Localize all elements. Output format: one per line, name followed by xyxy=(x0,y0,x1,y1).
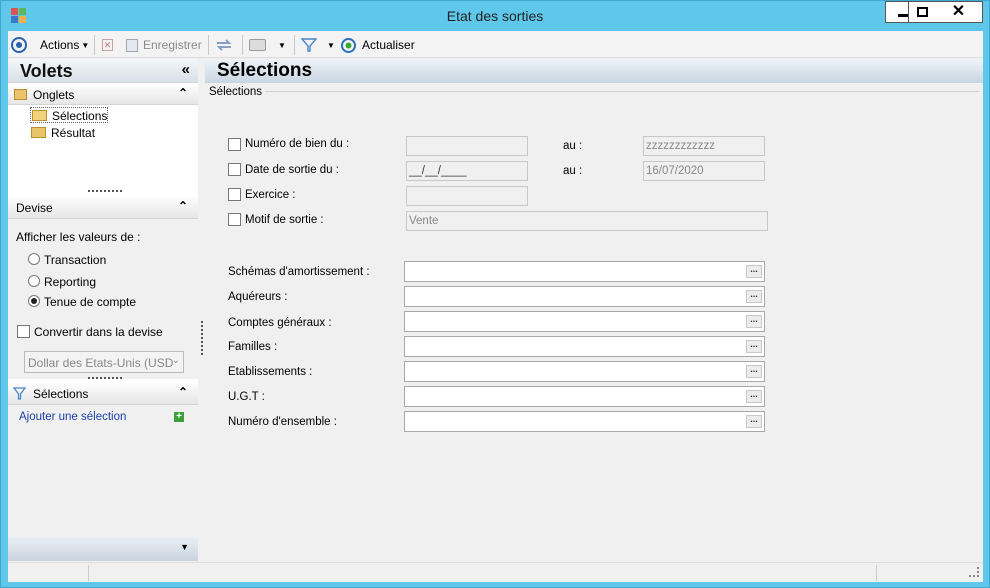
maximize-button[interactable] xyxy=(908,1,936,23)
transaction-radio[interactable] xyxy=(28,253,40,265)
maximize-icon xyxy=(916,7,928,17)
collapse-section-icon[interactable]: ⌃ xyxy=(178,199,188,213)
sidebar: Volets « Onglets ⌃ Sélections Résultat D… xyxy=(8,59,203,561)
selections-group: Sélections xyxy=(209,86,979,98)
date-to-field[interactable]: 16/07/2020 xyxy=(643,161,765,181)
devise-header[interactable]: Devise ⌃ xyxy=(8,197,198,219)
main-panel: Sélections Sélections Numéro de bien du … xyxy=(205,59,983,561)
acquereurs-lookup-field[interactable]: ... xyxy=(404,286,765,307)
ellipsis-button[interactable]: ... xyxy=(746,315,762,328)
tree-item-selections[interactable]: Sélections xyxy=(30,107,108,123)
ugt-lookup-field[interactable]: ... xyxy=(404,386,765,407)
collapse-sidebar-icon[interactable]: « xyxy=(182,61,190,78)
window-title: Etat des sorties xyxy=(446,8,544,24)
ellipsis-button[interactable]: ... xyxy=(746,365,762,378)
add-selection-link[interactable]: Ajouter une sélection xyxy=(19,411,126,423)
selections-panel: Ajouter une sélection + xyxy=(8,405,198,537)
printer-icon xyxy=(249,39,266,51)
numero-from-field[interactable] xyxy=(406,136,528,156)
filter-icon xyxy=(13,387,26,400)
filter-button[interactable]: ▼ xyxy=(301,36,335,54)
tenue-de-compte-radio[interactable] xyxy=(28,295,40,307)
splitter-grip[interactable] xyxy=(88,190,122,193)
vertical-splitter[interactable] xyxy=(201,321,203,355)
chevron-down-icon: ⌄ xyxy=(171,355,180,366)
close-button[interactable]: ✕ xyxy=(935,1,983,23)
folder-icon xyxy=(14,89,27,100)
toolbar-separator xyxy=(208,35,209,55)
add-icon[interactable]: + xyxy=(174,412,184,422)
onglets-header[interactable]: Onglets ⌃ xyxy=(8,85,198,105)
save-icon xyxy=(126,38,138,52)
status-panel xyxy=(8,565,89,581)
toolbar-separator xyxy=(294,35,295,55)
toolbar-separator xyxy=(94,35,95,55)
filter-icon xyxy=(301,38,317,52)
motif-field[interactable]: Vente xyxy=(406,211,768,231)
volets-header: Volets « xyxy=(8,59,198,83)
date-from-field[interactable]: __/__/____ xyxy=(406,161,528,181)
tree-item-resultat[interactable]: Résultat xyxy=(30,125,108,141)
status-panel xyxy=(90,565,877,581)
comptes-lookup-field[interactable]: ... xyxy=(404,311,765,332)
etablissements-lookup-field[interactable]: ... xyxy=(404,361,765,382)
reporting-radio[interactable] xyxy=(28,275,40,287)
dropdown-arrow-icon: ▼ xyxy=(278,40,286,50)
collapse-section-icon[interactable]: ⌃ xyxy=(178,86,188,100)
sync-button[interactable] xyxy=(215,36,233,54)
collapse-section-icon[interactable]: ⌃ xyxy=(178,385,188,399)
title-bar[interactable]: Etat des sorties ✕ xyxy=(1,1,989,31)
ellipsis-button[interactable]: ... xyxy=(746,265,762,278)
ellipsis-button[interactable]: ... xyxy=(746,390,762,403)
app-window: Etat des sorties ✕ Actions ▼ ✕ Enregistr… xyxy=(0,0,990,588)
sync-icon xyxy=(216,39,232,51)
toolbar: Actions ▼ ✕ Enregistrer ▼ ▼ Actualiser xyxy=(8,31,983,58)
exercice-field[interactable] xyxy=(406,186,528,206)
main-header: Sélections xyxy=(205,59,983,83)
dropdown-arrow-icon: ▼ xyxy=(81,40,90,50)
splitter-grip[interactable] xyxy=(88,377,122,380)
app-menu-button[interactable] xyxy=(10,36,28,54)
target-icon xyxy=(11,37,27,53)
refresh-icon xyxy=(341,37,356,53)
devise-panel: Afficher les valeurs de : Transaction Re… xyxy=(8,219,198,379)
ellipsis-button[interactable]: ... xyxy=(746,340,762,353)
date-checkbox[interactable] xyxy=(228,163,241,176)
sidebar-title: Volets xyxy=(20,61,73,81)
print-button[interactable]: ▼ xyxy=(249,36,286,54)
delete-icon: ✕ xyxy=(102,39,113,51)
chevron-down-icon: ▼ xyxy=(180,542,189,552)
actions-menu[interactable]: Actions ▼ xyxy=(40,36,89,54)
motif-checkbox[interactable] xyxy=(228,213,241,226)
folder-icon xyxy=(31,127,46,138)
currency-select[interactable]: Dollar des Etats-Unis (USD ⌄ xyxy=(24,351,184,373)
toolbar-separator xyxy=(242,35,243,55)
exercice-checkbox[interactable] xyxy=(228,188,241,201)
familles-lookup-field[interactable]: ... xyxy=(404,336,765,357)
numero-to-field[interactable]: zzzzzzzzzzzz xyxy=(643,136,765,156)
page-title: Sélections xyxy=(217,60,313,81)
selections-header[interactable]: Sélections ⌃ xyxy=(8,383,198,405)
convert-currency-checkbox[interactable] xyxy=(17,325,30,338)
status-bar xyxy=(8,562,983,582)
open-folder-icon xyxy=(32,110,47,121)
client-area: Actions ▼ ✕ Enregistrer ▼ ▼ Actualiser V… xyxy=(8,31,983,582)
delete-button[interactable]: ✕ xyxy=(102,36,113,54)
sidebar-footer[interactable]: ▼ xyxy=(8,537,198,561)
close-icon: ✕ xyxy=(951,3,966,20)
ellipsis-button[interactable]: ... xyxy=(746,290,762,303)
resize-grip-icon[interactable] xyxy=(969,567,979,577)
schemas-lookup-field[interactable]: ... xyxy=(404,261,765,282)
dropdown-arrow-icon: ▼ xyxy=(327,40,335,50)
save-button[interactable]: Enregistrer xyxy=(126,36,202,54)
ellipsis-button[interactable]: ... xyxy=(746,415,762,428)
refresh-button[interactable]: Actualiser xyxy=(340,36,415,54)
minimize-icon xyxy=(898,13,908,17)
numero-ensemble-lookup-field[interactable]: ... xyxy=(404,411,765,432)
numero-checkbox[interactable] xyxy=(228,138,241,151)
